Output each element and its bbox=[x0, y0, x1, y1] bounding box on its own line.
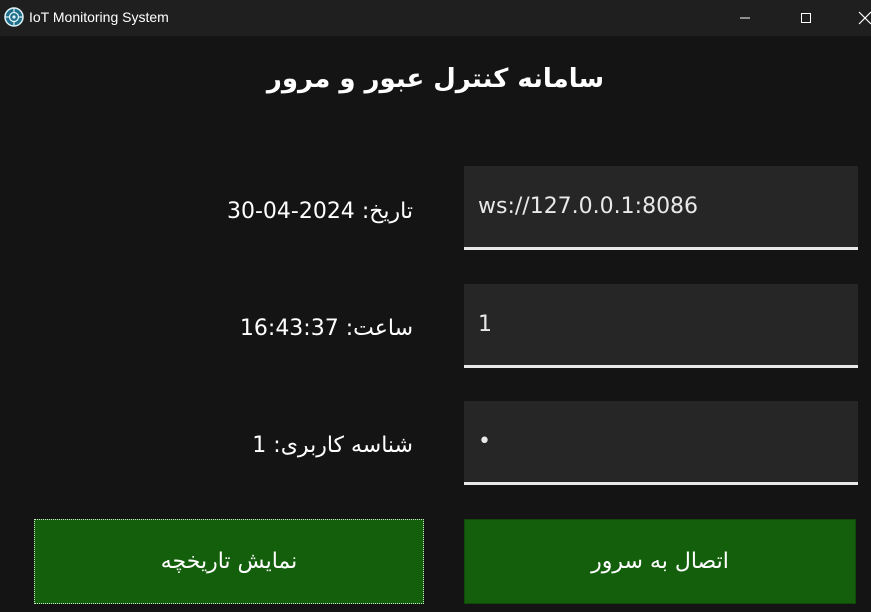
app-window: IoT Monitoring System سامانه کنترل عبور … bbox=[0, 0, 871, 612]
maximize-button[interactable] bbox=[783, 0, 829, 36]
app-icon bbox=[4, 7, 24, 27]
date-display: تاریخ: 30-04-2024 bbox=[53, 192, 413, 232]
window-title: IoT Monitoring System bbox=[29, 9, 169, 25]
close-icon bbox=[858, 11, 871, 25]
user-id-field[interactable] bbox=[464, 284, 858, 368]
time-value: 16:43:37 bbox=[239, 316, 339, 341]
user-id-display: شناسه کاربری: 1 bbox=[53, 426, 413, 466]
date-value: 30-04-2024 bbox=[226, 199, 355, 224]
minimize-button[interactable] bbox=[722, 0, 768, 36]
connect-server-button[interactable]: اتصال به سرور bbox=[464, 519, 856, 604]
connect-server-label: اتصال به سرور bbox=[591, 549, 729, 574]
close-button[interactable] bbox=[842, 0, 871, 36]
user-id-input[interactable] bbox=[464, 284, 858, 365]
user-id-label: شناسه کاربری: bbox=[273, 433, 413, 458]
title-bar[interactable]: IoT Monitoring System bbox=[0, 0, 871, 36]
show-history-button[interactable]: نمایش تاریخچه bbox=[34, 519, 424, 604]
password-field[interactable] bbox=[464, 401, 858, 485]
password-input[interactable] bbox=[464, 401, 858, 482]
page-title: سامانه کنترل عبور و مرور bbox=[266, 64, 605, 94]
time-display: ساعت: 16:43:37 bbox=[53, 309, 413, 349]
minimize-icon bbox=[740, 17, 750, 19]
show-history-label: نمایش تاریخچه bbox=[160, 549, 298, 574]
server-url-field[interactable] bbox=[464, 166, 858, 250]
maximize-icon bbox=[801, 13, 811, 23]
server-url-input[interactable] bbox=[464, 166, 858, 247]
user-id-value: 1 bbox=[252, 433, 267, 458]
time-label: ساعت: bbox=[345, 316, 413, 341]
date-label: تاریخ: bbox=[361, 199, 413, 224]
